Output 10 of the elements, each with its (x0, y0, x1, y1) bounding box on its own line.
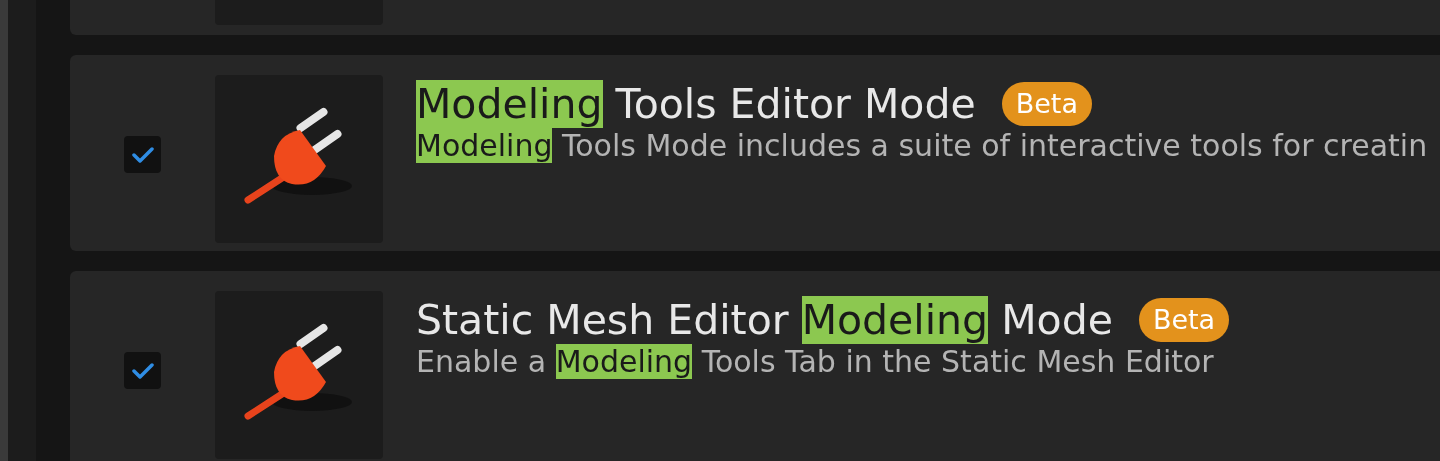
beta-badge: Beta (1138, 298, 1230, 342)
beta-badge: Beta (1001, 82, 1092, 126)
plugin-title: Modeling Tools Editor Mode (416, 80, 976, 128)
plugin-description: Modeling Tools Mode includes a suite of interactive tools for creatin (416, 128, 1428, 164)
enabled-checkbox[interactable] (124, 352, 161, 389)
checkmark-icon (131, 361, 154, 380)
plugin-title: Static Mesh Editor Modeling Mode (416, 296, 1113, 344)
enabled-checkbox[interactable] (124, 136, 161, 173)
plugin-description: Enable a Modeling Tools Tab in the Static Mesh Editor (416, 344, 1215, 380)
checkmark-icon (131, 145, 154, 164)
